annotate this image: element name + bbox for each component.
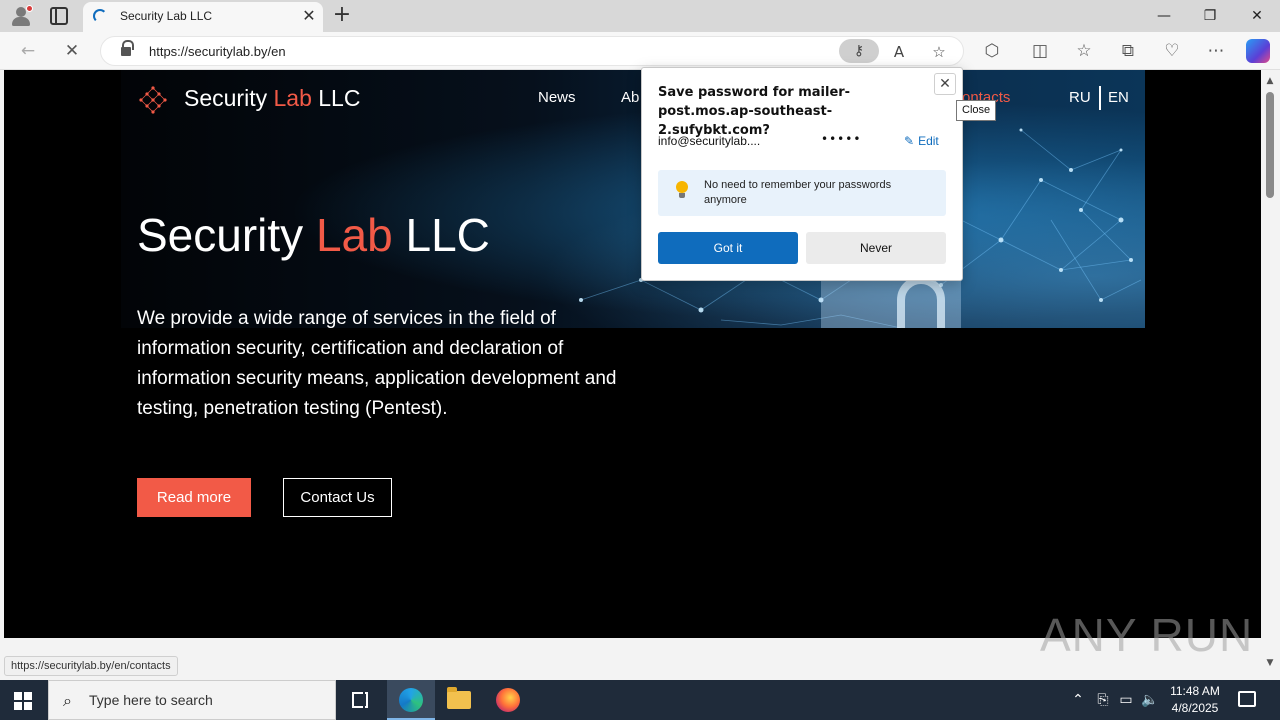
- edit-button[interactable]: ✎ Edit: [904, 134, 939, 148]
- loading-spinner-icon: [93, 9, 107, 23]
- stop-loading-icon[interactable]: ✕: [60, 39, 84, 63]
- copilot-icon[interactable]: [1246, 39, 1270, 63]
- network-icon[interactable]: ▭: [1116, 690, 1136, 710]
- collections-icon[interactable]: ⧉: [1116, 39, 1140, 63]
- firefox-icon: [496, 688, 520, 712]
- tab-title: Security Lab LLC: [120, 9, 213, 23]
- tray-overflow-icon[interactable]: ⌃: [1068, 690, 1088, 710]
- page-viewport: Security Lab LLC News Ab ontacts RU EN S…: [4, 70, 1261, 638]
- taskbar-search[interactable]: ⌕ Type here to search: [48, 680, 336, 720]
- task-view-button[interactable]: [336, 680, 384, 720]
- status-url-hint: https://securitylab.by/en/contacts: [4, 656, 178, 676]
- title-bar: Security Lab LLC ✕ + — ❐ ✕: [0, 0, 1280, 32]
- lang-ru[interactable]: RU: [1069, 89, 1091, 106]
- browser-essentials-icon[interactable]: ♡: [1160, 39, 1184, 63]
- restore-button[interactable]: ❐: [1187, 0, 1233, 32]
- scroll-thumb[interactable]: [1266, 92, 1274, 198]
- favorites-icon[interactable]: ☆: [1072, 39, 1096, 63]
- site-logo-text[interactable]: Security Lab LLC: [184, 85, 360, 112]
- read-more-button[interactable]: Read more: [137, 478, 251, 517]
- nav-about[interactable]: Ab: [621, 89, 639, 106]
- meet-now-icon[interactable]: ⎘: [1093, 690, 1113, 710]
- lock-icon[interactable]: [121, 40, 134, 56]
- extensions-icon[interactable]: ⬡: [980, 39, 1004, 63]
- watermark: ANY RUN: [1040, 609, 1254, 661]
- taskbar-file-explorer[interactable]: [435, 680, 483, 720]
- scroll-up-icon[interactable]: ▲: [1265, 76, 1275, 86]
- password-mask: •••••: [821, 132, 862, 146]
- taskbar-firefox[interactable]: [484, 680, 532, 720]
- got-it-button[interactable]: Got it: [658, 232, 798, 264]
- close-tooltip: Close: [956, 100, 997, 121]
- pencil-icon: ✎: [904, 134, 915, 148]
- lang-divider: [1099, 86, 1101, 110]
- username-value: info@securitylab....: [658, 134, 761, 148]
- minimize-button[interactable]: —: [1141, 0, 1187, 32]
- read-aloud-icon[interactable]: A: [887, 40, 911, 64]
- favorite-star-icon[interactable]: ☆: [927, 40, 951, 64]
- nav-news[interactable]: News: [538, 89, 576, 106]
- close-icon[interactable]: ✕: [934, 73, 956, 95]
- hero-description: We provide a wide range of services in t…: [137, 308, 617, 419]
- back-arrow-icon[interactable]: ←: [16, 39, 40, 63]
- tab-close-icon[interactable]: ✕: [299, 6, 319, 26]
- lang-en[interactable]: EN: [1108, 89, 1129, 106]
- close-window-button[interactable]: ✕: [1234, 0, 1280, 32]
- scroll-down-icon[interactable]: ▼: [1265, 658, 1275, 668]
- taskbar-edge[interactable]: [387, 680, 435, 720]
- never-button[interactable]: Never: [806, 232, 946, 264]
- windows-start-icon[interactable]: [14, 692, 32, 710]
- logo-icon[interactable]: [138, 85, 168, 115]
- browser-tab[interactable]: Security Lab LLC ✕: [83, 2, 323, 32]
- hero-title: Security Lab LLC: [137, 209, 490, 261]
- save-password-dialog: ✕ Save password for mailer-post.mos.ap-s…: [641, 67, 963, 281]
- tip-text: No need to remember your passwords anymo…: [704, 179, 892, 206]
- search-placeholder: Type here to search: [89, 692, 213, 708]
- notifications-icon[interactable]: [1238, 691, 1256, 707]
- new-tab-button[interactable]: +: [330, 4, 354, 28]
- clock-time: 11:48 AM: [1170, 684, 1220, 698]
- contact-us-button[interactable]: Contact Us: [283, 478, 392, 517]
- more-menu-icon[interactable]: ⋯: [1204, 39, 1228, 63]
- address-bar[interactable]: https://securitylab.by/en ⚷ A ☆: [100, 36, 964, 66]
- split-screen-icon[interactable]: ◫: [1028, 39, 1052, 63]
- lightbulb-icon: [676, 181, 688, 198]
- system-clock[interactable]: 11:48 AM 4/8/2025: [1165, 683, 1225, 717]
- search-icon: ⌕: [63, 691, 72, 710]
- profile-icon[interactable]: [10, 5, 33, 27]
- browser-toolbar: ← ✕ https://securitylab.by/en ⚷ A ☆ ⬡ ◫ …: [0, 32, 1280, 70]
- dialog-title: Save password for mailer-post.mos.ap-sou…: [658, 85, 851, 138]
- tip-banner: No need to remember your passwords anymo…: [658, 170, 946, 216]
- folder-icon: [447, 687, 471, 709]
- edge-icon: [399, 688, 423, 712]
- clock-date: 4/8/2025: [1171, 701, 1219, 715]
- tab-actions-icon[interactable]: [50, 7, 68, 25]
- password-key-icon[interactable]: ⚷: [839, 39, 879, 63]
- url-text[interactable]: https://securitylab.by/en: [149, 44, 286, 59]
- taskbar: ⌕ Type here to search ⌃ ⎘ ▭ 🔈 11:48 AM 4…: [0, 680, 1280, 720]
- page-scrollbar[interactable]: ▲ ▼: [1261, 70, 1280, 674]
- task-view-icon: [352, 692, 368, 708]
- volume-icon[interactable]: 🔈: [1140, 690, 1160, 710]
